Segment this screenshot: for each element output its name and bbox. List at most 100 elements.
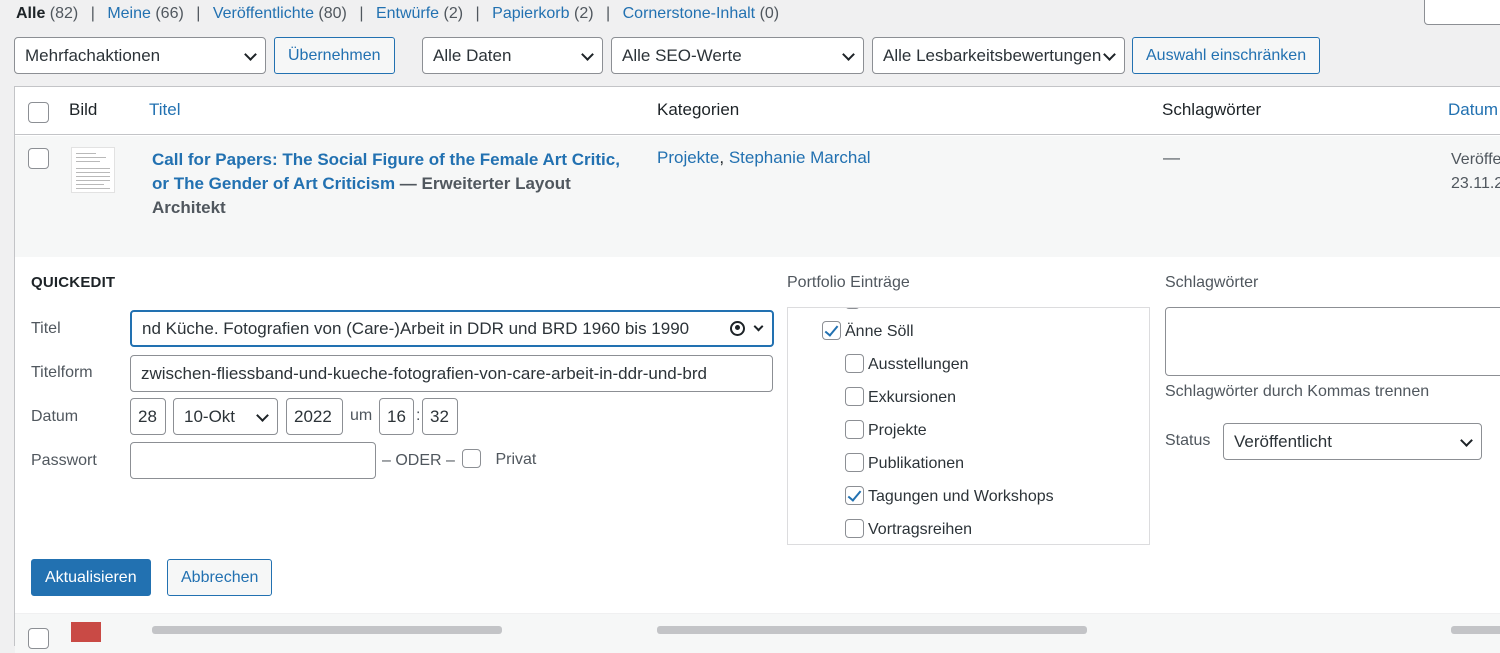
category-item[interactable]: Projekte xyxy=(845,420,927,440)
column-date[interactable]: Datum xyxy=(1448,100,1498,120)
category-label: Vortragsreihen xyxy=(868,521,973,538)
month-select[interactable]: 10-Okt xyxy=(173,398,278,435)
private-checkbox[interactable] xyxy=(462,449,481,468)
status-select[interactable]: Veröffentlicht xyxy=(1223,423,1482,460)
post-title: Call for Papers: The Social Figure of th… xyxy=(152,148,622,220)
password-input[interactable] xyxy=(130,442,376,479)
status-link-published[interactable]: Veröffentlichte xyxy=(213,5,314,22)
seo-filter-value: Alle SEO-Werte xyxy=(622,46,742,65)
post-date-value: 23.11.2022 xyxy=(1451,175,1500,192)
checkbox[interactable] xyxy=(845,519,864,538)
post-thumbnail[interactable] xyxy=(71,622,101,642)
category-item[interactable]: Vortragsreihen xyxy=(845,519,972,539)
category-link-marchal[interactable]: Stephanie Marchal xyxy=(729,148,871,167)
checkbox-checked[interactable] xyxy=(822,321,841,340)
readability-filter-select[interactable]: Alle Lesbarkeitsbewertungen xyxy=(872,37,1125,74)
category-item[interactable]: Publikationen xyxy=(845,453,964,473)
seo-filter-select[interactable]: Alle SEO-Werte xyxy=(611,37,864,74)
separator: | xyxy=(606,5,611,22)
category-link-projekte[interactable]: Projekte xyxy=(657,148,719,167)
status-value: Veröffentlicht xyxy=(1234,432,1332,451)
month-value: 10-Okt xyxy=(184,407,236,426)
cancel-button[interactable]: Abbrechen xyxy=(167,559,273,596)
date-filter-value: Alle Daten xyxy=(433,46,512,65)
tags-textarea[interactable] xyxy=(1165,307,1500,376)
status-filter-links: Alle (82) | Meine (66) | Veröffentlichte… xyxy=(16,5,779,23)
filter-button[interactable]: Auswahl einschränken xyxy=(1132,37,1321,74)
table-header: Bild Titel Kategorien Schlagwörter Datum xyxy=(15,87,1500,135)
date-label: Datum xyxy=(31,408,79,425)
checkbox[interactable] xyxy=(845,387,864,406)
category-label: Änne Söll xyxy=(845,323,914,340)
apply-button[interactable]: Übernehmen xyxy=(274,37,395,74)
posts-table: Bild Titel Kategorien Schlagwörter Datum… xyxy=(14,86,1500,653)
slug-label: Titelform xyxy=(31,364,93,381)
category-label: Exkursionen xyxy=(868,389,957,406)
chevron-down-icon xyxy=(581,48,594,61)
column-image: Bild xyxy=(69,100,98,119)
separator: | xyxy=(475,5,480,22)
year-input[interactable]: 2022 xyxy=(286,398,343,435)
post-thumbnail[interactable] xyxy=(71,147,115,193)
date-filter-select[interactable]: Alle Daten xyxy=(422,37,603,74)
status-link-mine[interactable]: Meine xyxy=(107,5,151,22)
post-categories: Projekte, Stephanie Marchal xyxy=(657,148,871,168)
quickedit-heading: QUICKEDIT xyxy=(31,274,116,291)
select-all-checkbox[interactable] xyxy=(28,102,49,123)
title-input[interactable]: nd Küche. Fotografien von (Care-)Arbeit … xyxy=(130,310,774,347)
status-count-cornerstone: (0) xyxy=(759,5,780,22)
hour-input[interactable]: 16 xyxy=(379,398,414,435)
search-input[interactable] xyxy=(1424,0,1500,25)
category-item[interactable]: Änne Söll xyxy=(822,321,914,341)
day-input[interactable]: 28 xyxy=(130,398,166,435)
row-checkbox[interactable] xyxy=(28,628,49,649)
checkbox[interactable] xyxy=(845,420,864,439)
status-link-drafts[interactable]: Entwürfe xyxy=(376,5,439,22)
update-button[interactable]: Aktualisieren xyxy=(31,559,151,596)
bulk-actions-select[interactable]: Mehrfachaktionen xyxy=(14,37,266,74)
category-label: Publikationen xyxy=(868,455,965,472)
checkbox[interactable] xyxy=(845,453,864,472)
separator: | xyxy=(359,5,364,22)
category-checklist[interactable]: Änne Söll Ausstellungen Exkursionen Proj… xyxy=(787,307,1150,545)
tags-hint: Schlagwörter durch Kommas trennen xyxy=(1165,383,1430,400)
quickedit-panel: QUICKEDIT Titel nd Küche. Fotografien vo… xyxy=(15,257,1500,613)
readability-filter-value: Alle Lesbarkeitsbewertungen xyxy=(883,46,1102,65)
category-item[interactable]: Ausstellungen xyxy=(845,354,969,374)
status-count-published: (80) xyxy=(318,5,347,22)
separator: | xyxy=(90,5,95,22)
category-separator: , xyxy=(719,148,729,167)
status-link-trash[interactable]: Papierkorb xyxy=(492,5,569,22)
slug-input[interactable]: zwischen-fliessband-und-kueche-fotografi… xyxy=(130,355,773,392)
row-checkbox[interactable] xyxy=(28,148,49,169)
minute-input[interactable]: 32 xyxy=(422,398,458,435)
category-label: Tagungen und Workshops xyxy=(868,488,1054,505)
category-label: Projekte xyxy=(868,422,927,439)
category-item[interactable]: Exkursionen xyxy=(845,387,956,407)
column-title[interactable]: Titel xyxy=(149,100,181,120)
post-tags: — xyxy=(1163,148,1180,167)
category-label: Ausstellungen xyxy=(868,356,969,373)
status-count-trash: (2) xyxy=(573,5,594,22)
table-row xyxy=(15,613,1500,653)
chevron-down-icon xyxy=(1460,434,1473,447)
title-label: Titel xyxy=(31,320,61,337)
time-colon: : xyxy=(416,407,421,424)
password-label: Passwort xyxy=(31,452,97,469)
status-link-all[interactable]: Alle xyxy=(16,5,45,22)
status-label: Status xyxy=(1165,432,1211,449)
bulk-actions-value: Mehrfachaktionen xyxy=(25,46,161,65)
status-link-cornerstone[interactable]: Cornerstone-Inhalt xyxy=(623,5,756,22)
post-date: Veröffentlicht 23.11.2022 xyxy=(1451,148,1500,196)
category-item[interactable]: Tagungen und Workshops xyxy=(845,486,1054,506)
portfolio-label: Portfolio Einträge xyxy=(787,274,910,291)
private-checkbox-row[interactable]: Privat xyxy=(462,449,536,469)
title-input-value: nd Küche. Fotografien von (Care-)Arbeit … xyxy=(142,319,690,338)
status-count-mine: (66) xyxy=(155,5,184,22)
post-date xyxy=(1451,626,1500,634)
at-label: um xyxy=(350,407,373,424)
post-categories xyxy=(657,626,1087,634)
table-row: Call for Papers: The Social Figure of th… xyxy=(15,136,1500,257)
checkbox-checked[interactable] xyxy=(845,486,864,505)
checkbox[interactable] xyxy=(845,354,864,373)
